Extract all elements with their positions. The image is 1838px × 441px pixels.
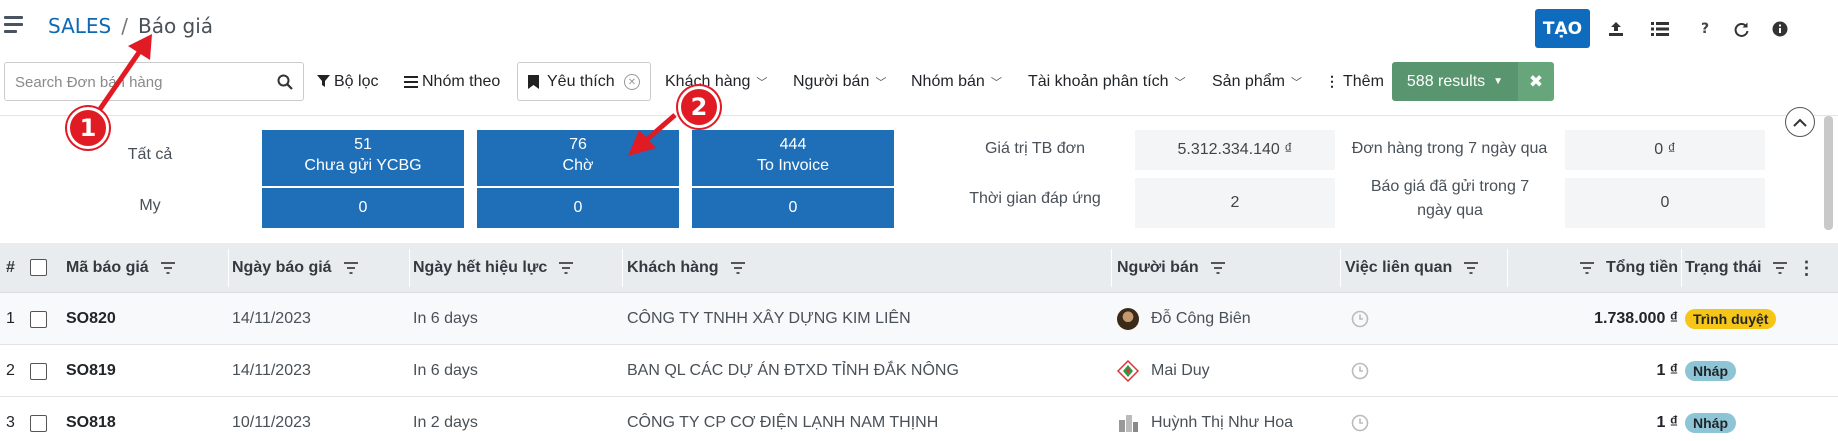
annotation-arrows bbox=[95, 34, 677, 156]
arrow-head-1 bbox=[128, 34, 152, 60]
sales-quotation-list-view: SALES/Báo giá TẠO ? Bộ lọc Nhóm theo Yêu… bbox=[0, 0, 1838, 441]
annotation-marker-1: 1 bbox=[67, 107, 109, 149]
annotation-marker-2: 2 bbox=[678, 86, 720, 128]
